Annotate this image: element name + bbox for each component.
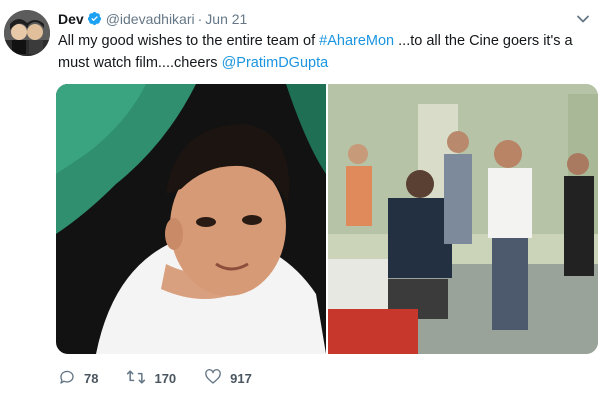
reply-button[interactable]: 78 (58, 368, 98, 389)
hashtag-link[interactable]: #AhareMon (319, 33, 394, 49)
media-grid (56, 84, 598, 354)
verified-badge-icon (87, 11, 102, 30)
chevron-down-icon[interactable] (576, 12, 590, 31)
tweet-header: Dev @idevadhikari · Jun 21 (58, 10, 247, 30)
reply-icon (58, 368, 84, 389)
like-button[interactable]: 917 (204, 368, 252, 389)
user-handle[interactable]: @idevadhikari (106, 11, 195, 27)
tweet-text: All my good wishes to the entire team of… (58, 30, 598, 74)
avatar[interactable] (4, 10, 50, 56)
display-name[interactable]: Dev (58, 11, 84, 27)
heart-icon (204, 368, 230, 389)
retweet-button[interactable]: 170 (126, 368, 176, 389)
photo-portrait[interactable] (56, 84, 326, 354)
tweet-date[interactable]: Jun 21 (205, 11, 247, 27)
tweet-actions: 78 170 917 (58, 368, 280, 389)
separator-dot: · (197, 11, 203, 27)
reply-count: 78 (84, 371, 99, 386)
photo-film-set[interactable] (328, 84, 598, 354)
retweet-count: 170 (154, 371, 177, 386)
like-count: 917 (230, 371, 252, 386)
retweet-icon (126, 368, 154, 389)
mention-link[interactable]: @PratimDGupta (222, 55, 329, 71)
tweet-text-part: All my good wishes to the entire team of (58, 33, 320, 49)
